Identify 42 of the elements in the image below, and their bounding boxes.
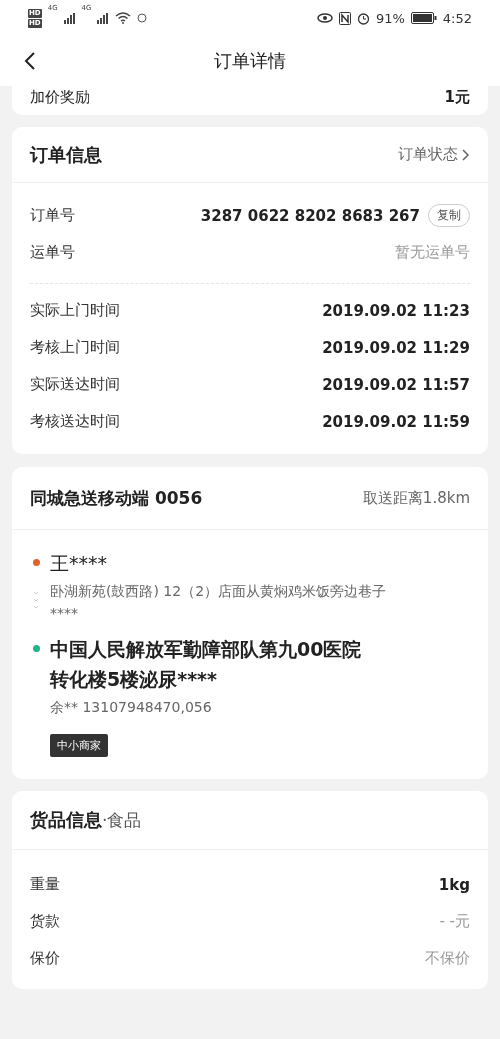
eye-icon [316, 12, 333, 24]
field-value: 不保价 [425, 949, 470, 968]
field-value: 2019.09.02 11:29 [322, 338, 470, 357]
signal-icon [63, 12, 76, 24]
field-label: 货款 [30, 912, 60, 931]
page-title: 订单详情 [214, 50, 286, 71]
field-label: 订单号 [30, 206, 75, 225]
field-value: 2019.09.02 11:59 [322, 412, 470, 431]
field-value: - -元 [439, 912, 470, 931]
stop-detail: 余** 13107948470,056 [50, 698, 213, 717]
field-label: 保价 [30, 949, 60, 968]
stop-name: 中国人民解放军勤障部队第九00医院转化楼5楼泌尿**** [50, 637, 363, 692]
field-label: 考核上门时间 [30, 338, 120, 357]
alarm-icon [356, 11, 370, 25]
field-label: 实际送达时间 [30, 375, 120, 394]
section-title: 货品信息·食品 [30, 808, 142, 832]
distance-text: 取送距离1.8km [362, 488, 470, 508]
section-title: 订单信息 [30, 142, 102, 167]
clock-time: 4:52 [442, 10, 472, 26]
field-label: 运单号 [30, 243, 75, 262]
field-value: 2019.09.02 11:57 [322, 375, 470, 394]
order-status-link[interactable]: 订单状态 [398, 145, 470, 164]
wifi-icon [115, 12, 132, 24]
field-label: 考核送达时间 [30, 412, 120, 431]
field-label: 重量 [30, 875, 60, 894]
stop-name: 王**** [50, 551, 108, 576]
merchant-tag: 中小商家 [50, 734, 108, 757]
copy-button[interactable]: 复制 [428, 204, 470, 227]
battery-icon [410, 12, 437, 24]
field-value: 3287 0622 8202 8683 267 [200, 206, 420, 225]
field-label: 实际上门时间 [30, 301, 120, 320]
field-label: 加价奖励 [30, 88, 90, 107]
field-value: 1kg [438, 875, 470, 894]
nfc-icon [338, 11, 351, 25]
signal-icon [97, 12, 110, 24]
field-value: 1元 [444, 88, 470, 107]
section-title: 同城急送移动端 0056 [30, 486, 203, 510]
field-value: 2019.09.02 11:23 [322, 301, 470, 320]
stop-detail: 卧湖新苑(鼓西路) 12（2）店面从黄焖鸡米饭旁边巷子**** [50, 582, 388, 623]
back-icon [24, 51, 36, 71]
chevron-icon [462, 148, 470, 161]
battery-percent: 91% [375, 10, 405, 26]
